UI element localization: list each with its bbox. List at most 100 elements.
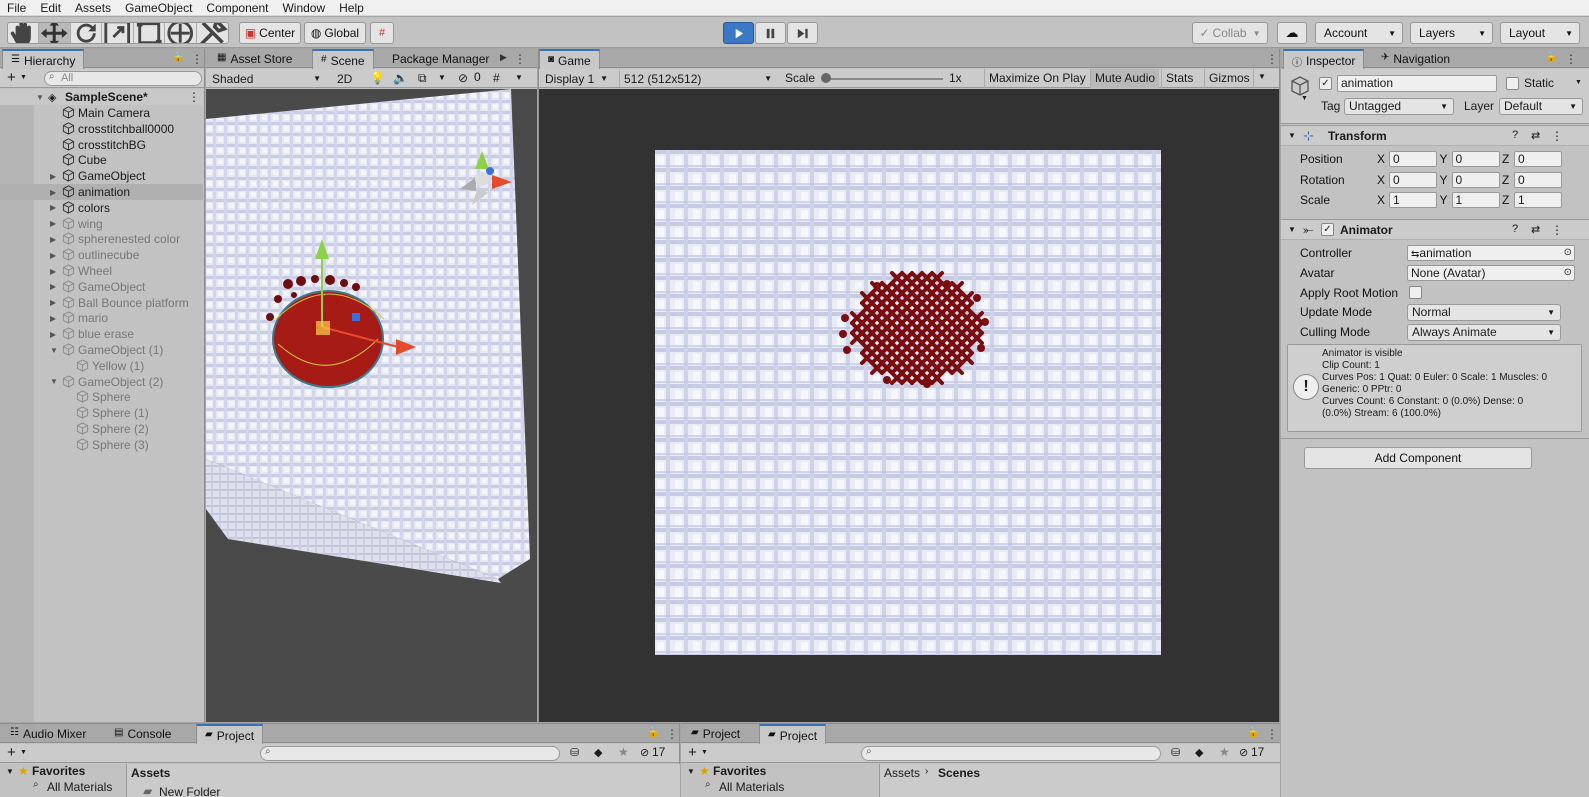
fold-open-icon[interactable]: ▼ <box>1288 131 1296 140</box>
all-materials-item[interactable]: All Materials <box>47 780 112 794</box>
fold-closed-icon[interactable]: ▶ <box>50 219 56 228</box>
hierarchy-item[interactable]: Sphere <box>0 389 203 405</box>
kebab-menu-icon[interactable]: ⋮ <box>1551 223 1563 237</box>
grid-snap-button[interactable]: # <box>370 22 394 44</box>
star-icon[interactable]: ★ <box>618 745 629 759</box>
transform-rotation-z-input[interactable]: 0 <box>1514 171 1562 188</box>
menu-edit[interactable]: Edit <box>33 0 68 16</box>
hierarchy-item[interactable]: Sphere (1) <box>0 405 203 421</box>
layout-dropdown[interactable]: Layout ▼ <box>1500 22 1580 44</box>
scale-tool-icon[interactable] <box>102 23 134 43</box>
hierarchy-item[interactable]: ▶ animation <box>0 184 203 200</box>
hand-tool-icon[interactable] <box>8 23 40 43</box>
fold-open-icon[interactable]: ▼ <box>6 767 14 776</box>
cloud-button[interactable]: ☁ <box>1277 22 1307 44</box>
fold-closed-icon[interactable]: ▶ <box>50 172 56 181</box>
tab-inspector[interactable]: ⓘ Inspector <box>1283 49 1365 69</box>
rotate-tool-icon[interactable] <box>71 23 103 43</box>
static-checkbox[interactable] <box>1506 77 1519 90</box>
grid-icon[interactable]: # <box>493 71 500 85</box>
add-icon[interactable]: + <box>7 744 16 761</box>
hierarchy-item[interactable]: ▶ Ball Bounce platform <box>0 295 203 311</box>
animator-header[interactable]: ▼ ⤜ ✓ Animator ? ⇄ ⋮ <box>1281 219 1589 240</box>
add-icon[interactable]: + <box>688 744 697 761</box>
fold-closed-icon[interactable]: ▶ <box>50 235 56 244</box>
chevron-down-icon[interactable]: ▼ <box>20 749 27 756</box>
add-component-button[interactable]: Add Component <box>1304 447 1532 469</box>
lock-icon[interactable]: 🔒 <box>1247 727 1259 738</box>
help-icon[interactable]: ? <box>1512 223 1518 235</box>
transform-position-x-input[interactable]: 0 <box>1389 151 1437 167</box>
hierarchy-item[interactable]: crosstitchball0000 <box>0 121 203 137</box>
rect-tool-icon[interactable] <box>134 23 166 43</box>
display-dropdown[interactable]: Display 1 ▼ <box>541 70 613 87</box>
animator-enabled-checkbox[interactable]: ✓ <box>1321 223 1334 236</box>
hierarchy-item[interactable]: Yellow (1) <box>0 358 203 374</box>
menu-component[interactable]: Component <box>199 0 275 16</box>
kebab-menu-icon[interactable]: ⋮ <box>1565 52 1577 66</box>
chevron-down-icon[interactable]: ▼ <box>1253 69 1270 88</box>
active-checkbox[interactable]: ✓ <box>1319 77 1332 90</box>
2d-toggle[interactable]: 2D <box>333 70 357 87</box>
menu-gameobject[interactable]: GameObject <box>118 0 199 16</box>
hierarchy-item[interactable]: ▶ GameObject <box>0 168 203 184</box>
tab-hierarchy[interactable]: ☰ Hierarchy <box>2 49 85 69</box>
kebab-menu-icon[interactable]: ⋮ <box>1266 727 1278 741</box>
visibility-icon[interactable]: ⊘ <box>458 71 468 85</box>
axis-label-z[interactable]: Z <box>1502 152 1509 166</box>
account-dropdown[interactable]: Account ▼ <box>1315 22 1403 44</box>
fold-closed-icon[interactable]: ▶ <box>50 251 56 260</box>
filter-type-icon[interactable]: ⛁ <box>570 746 579 759</box>
step-button[interactable] <box>787 22 818 44</box>
hierarchy-item[interactable]: ▶ spherenested color <box>0 231 203 247</box>
controller-field[interactable]: ⇆animation ⊙ <box>1407 245 1575 261</box>
kebab-menu-icon[interactable]: ⋮ <box>514 52 526 66</box>
hierarchy-item[interactable]: ▶ outlinecube <box>0 247 203 263</box>
presets-icon[interactable]: ⇄ <box>1531 223 1540 236</box>
lighting-icon[interactable]: 💡 <box>370 71 385 85</box>
all-materials-item[interactable]: All Materials <box>719 780 784 794</box>
lock-icon[interactable]: 🔒 <box>172 52 184 63</box>
tab-package-manager[interactable]: Package Manager <box>384 49 500 69</box>
fold-open-icon[interactable]: ▼ <box>36 93 44 102</box>
pause-button[interactable] <box>755 22 786 44</box>
shading-mode-dropdown[interactable]: Shaded ▼ <box>208 70 326 87</box>
project-search-input[interactable]: ⌕ <box>260 746 560 761</box>
axis-label-z[interactable]: Z <box>1502 173 1509 187</box>
chevron-down-icon[interactable]: ▼ <box>1575 79 1582 86</box>
kebab-menu-icon[interactable]: ⋮ <box>1266 52 1278 66</box>
kebab-menu-icon[interactable]: ⋮ <box>191 52 203 66</box>
menu-help[interactable]: Help <box>332 0 371 16</box>
hierarchy-item[interactable]: ▶ Wheel <box>0 263 203 279</box>
breadcrumb-assets[interactable]: Assets <box>884 766 920 780</box>
object-name-input[interactable]: animation <box>1337 75 1497 92</box>
transform-tool-icon[interactable] <box>165 23 197 43</box>
scale-slider-thumb[interactable] <box>821 73 831 83</box>
tab-project[interactable]: ▰ Project <box>196 724 264 744</box>
label-icon[interactable]: ◆ <box>594 746 602 759</box>
transform-position-z-input[interactable]: 0 <box>1514 151 1562 167</box>
transform-scale-x-input[interactable]: 1 <box>1389 192 1437 208</box>
pivot-center-toggle[interactable]: ▣ Center <box>239 22 301 44</box>
axis-label-x[interactable]: X <box>1377 173 1385 187</box>
play-button[interactable] <box>723 22 754 44</box>
axis-label-y[interactable]: Y <box>1440 152 1448 166</box>
menu-window[interactable]: Window <box>275 0 332 16</box>
help-icon[interactable]: ? <box>1512 129 1518 141</box>
chevron-down-icon[interactable]: ▼ <box>20 74 27 81</box>
fold-open-icon[interactable]: ▼ <box>1288 225 1296 234</box>
effects-icon[interactable]: ⧉ <box>418 71 427 86</box>
presets-icon[interactable]: ⇄ <box>1531 129 1540 142</box>
pivot-global-toggle[interactable]: ◍ Global <box>304 22 366 44</box>
scene-viewport[interactable] <box>206 89 537 722</box>
tab-console[interactable]: ▤ Console <box>106 724 179 744</box>
culling-mode-dropdown[interactable]: Always Animate ▼ <box>1407 324 1561 341</box>
axis-label-z[interactable]: Z <box>1502 193 1509 207</box>
tab-game[interactable]: ◙ Game <box>539 49 600 69</box>
transform-rotation-y-input[interactable]: 0 <box>1451 171 1500 188</box>
label-icon[interactable]: ◆ <box>1195 746 1203 759</box>
new-folder-item[interactable]: New Folder <box>159 785 220 797</box>
audio-icon[interactable]: 🔈 <box>393 71 408 85</box>
hierarchy-item[interactable]: Main Camera <box>0 105 203 121</box>
chevron-down-icon[interactable]: ▼ <box>1301 95 1308 102</box>
